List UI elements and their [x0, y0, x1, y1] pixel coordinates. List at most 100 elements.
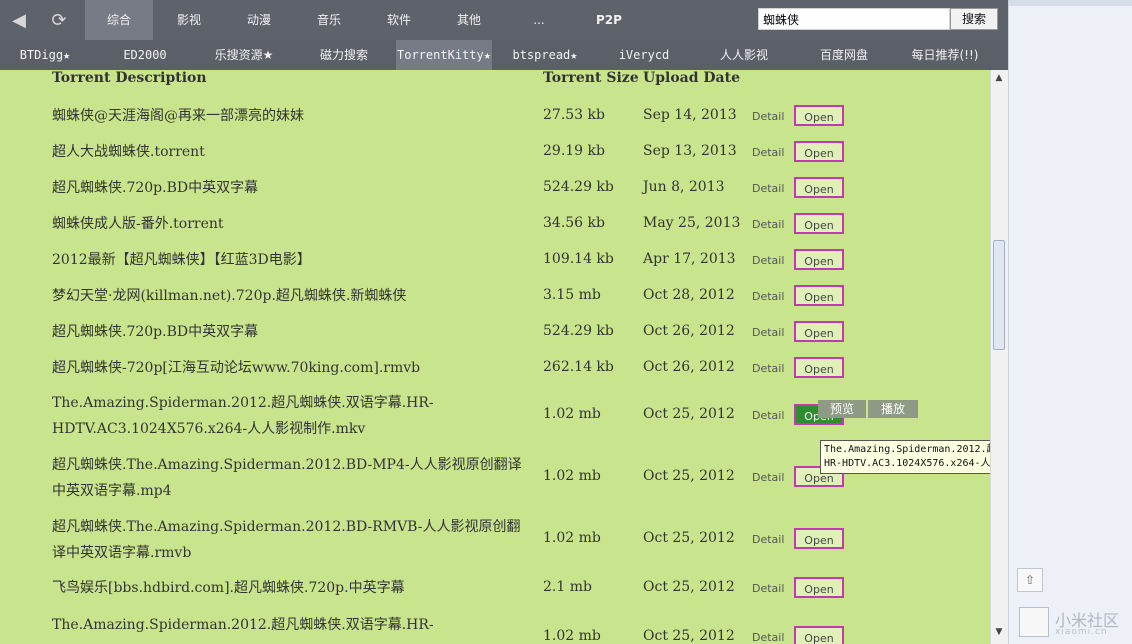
- torrent-size: 3.15 mb: [543, 287, 601, 303]
- search-input[interactable]: [758, 8, 950, 30]
- torrent-size: 1.02 mb: [543, 628, 601, 644]
- open-button[interactable]: Open: [794, 177, 844, 198]
- detail-link[interactable]: Detail: [752, 254, 784, 267]
- source-tab-renren[interactable]: 人人影视: [706, 40, 782, 70]
- open-button[interactable]: Open: [794, 141, 844, 162]
- upload-date: Oct 26, 2012: [643, 359, 735, 375]
- torrent-size: 1.02 mb: [543, 468, 601, 484]
- torrent-title[interactable]: 超凡蜘蛛侠.The.Amazing.Spiderman.2012.BD-MP4-…: [52, 452, 532, 504]
- vertical-scrollbar[interactable]: ▲ ▼: [990, 70, 1008, 644]
- category-tab-p2p[interactable]: P2P: [577, 0, 641, 40]
- upload-date: Oct 25, 2012: [643, 468, 735, 484]
- upload-date: Sep 14, 2013: [643, 107, 737, 123]
- open-button[interactable]: Open: [794, 105, 844, 126]
- open-button[interactable]: Open: [794, 357, 844, 378]
- torrent-title[interactable]: 2012最新【超凡蜘蛛侠】【红蓝3D电影】: [52, 247, 532, 273]
- source-tab-ed2000[interactable]: ED2000: [108, 40, 182, 70]
- source-tab-btdigg[interactable]: BTDigg★: [6, 40, 84, 70]
- torrent-size: 524.29 kb: [543, 179, 614, 195]
- open-button[interactable]: Open: [794, 577, 844, 598]
- torrent-title[interactable]: 超凡蜘蛛侠.720p.BD中英双字幕: [52, 319, 532, 345]
- top-nav-bar: ◀ ⟳ 综合 影视 动漫 音乐 软件 其他 ... P2P 搜索: [0, 0, 1008, 40]
- torrent-title[interactable]: 蜘蛛侠@天涯海阁@再来一部漂亮的妹妹: [52, 103, 532, 129]
- watermark: 小米社区 xiaomi.cn: [1015, 605, 1127, 641]
- torrent-size: 524.29 kb: [543, 323, 614, 339]
- torrent-title[interactable]: 超凡蜘蛛侠.The.Amazing.Spiderman.2012.BD-RMVB…: [52, 514, 532, 566]
- torrent-size: 2.1 mb: [543, 579, 592, 595]
- upload-date: May 25, 2013: [643, 215, 741, 231]
- open-button[interactable]: Open: [794, 285, 844, 306]
- open-button[interactable]: Open: [794, 626, 844, 644]
- torrent-title[interactable]: 超凡蜘蛛侠.720p.BD中英双字幕: [52, 175, 532, 201]
- open-button[interactable]: Open: [794, 213, 844, 234]
- header-date: Upload Date: [643, 70, 740, 86]
- source-tab-baidu[interactable]: 百度网盘: [806, 40, 882, 70]
- upload-date: Apr 17, 2013: [643, 251, 736, 267]
- detail-link[interactable]: Detail: [752, 290, 784, 303]
- upload-date: Sep 13, 2013: [643, 143, 737, 159]
- category-tab-other[interactable]: 其他: [437, 0, 501, 40]
- torrent-size: 27.53 kb: [543, 107, 605, 123]
- upload-date: Oct 25, 2012: [643, 579, 735, 595]
- detail-link[interactable]: Detail: [752, 182, 784, 195]
- torrent-title[interactable]: 飞鸟娱乐[bbs.hdbird.com].超凡蜘蛛侠.720p.中英字幕: [52, 575, 532, 601]
- upload-date: Jun 8, 2013: [643, 179, 725, 195]
- preview-button[interactable]: 预览: [818, 400, 866, 418]
- category-tab-music[interactable]: 音乐: [297, 0, 361, 40]
- detail-link[interactable]: Detail: [752, 409, 784, 422]
- torrent-title[interactable]: The.Amazing.Spiderman.2012.超凡蜘蛛侠.双语字幕.HR…: [52, 390, 532, 442]
- detail-link[interactable]: Detail: [752, 582, 784, 595]
- source-tab-daily[interactable]: 每日推荐(!!): [900, 40, 990, 70]
- open-button[interactable]: Open: [794, 321, 844, 342]
- scroll-top-icon[interactable]: ⇧: [1017, 568, 1043, 592]
- torrent-title[interactable]: The.Amazing.Spiderman.2012.超凡蜘蛛侠.双语字幕.HR…: [52, 612, 532, 638]
- detail-link[interactable]: Detail: [752, 218, 784, 231]
- results-panel: Torrent Description Torrent Size Upload …: [0, 70, 990, 644]
- upload-date: Oct 25, 2012: [643, 628, 735, 644]
- source-tab-btspread[interactable]: btspread★: [504, 40, 586, 70]
- scrollbar-thumb[interactable]: [993, 240, 1005, 350]
- upload-date: Oct 25, 2012: [643, 406, 735, 422]
- source-nav-bar: BTDigg★ ED2000 乐搜资源★ 磁力搜索 TorrentKitty★ …: [0, 40, 1008, 70]
- open-button[interactable]: Open: [794, 249, 844, 270]
- torrent-size: 1.02 mb: [543, 530, 601, 546]
- scroll-up-icon[interactable]: ▲: [993, 72, 1005, 84]
- torrent-title[interactable]: 蜘蛛侠成人版-番外.torrent: [52, 211, 532, 237]
- detail-link[interactable]: Detail: [752, 631, 784, 644]
- search-button[interactable]: 搜索: [950, 8, 998, 30]
- source-tab-lesou[interactable]: 乐搜资源★: [202, 40, 286, 70]
- detail-link[interactable]: Detail: [752, 362, 784, 375]
- detail-link[interactable]: Detail: [752, 533, 784, 546]
- torrent-size: 29.19 kb: [543, 143, 605, 159]
- category-tab-more[interactable]: ...: [507, 0, 571, 40]
- upload-date: Oct 28, 2012: [643, 287, 735, 303]
- back-arrow-icon[interactable]: ◀: [4, 6, 34, 34]
- open-button[interactable]: Open: [794, 528, 844, 549]
- header-description: Torrent Description: [52, 70, 207, 86]
- detail-link[interactable]: Detail: [752, 471, 784, 484]
- source-tab-iverycd[interactable]: iVerycd: [606, 40, 682, 70]
- category-tab-video[interactable]: 影视: [157, 0, 221, 40]
- detail-link[interactable]: Detail: [752, 146, 784, 159]
- torrent-size: 1.02 mb: [543, 406, 601, 422]
- source-tab-magnet[interactable]: 磁力搜索: [306, 40, 382, 70]
- category-tab-anime[interactable]: 动漫: [227, 0, 291, 40]
- refresh-icon[interactable]: ⟳: [44, 6, 74, 34]
- torrent-title[interactable]: 超凡蜘蛛侠-720p[江海互动论坛www.70king.com].rmvb: [52, 355, 532, 381]
- detail-link[interactable]: Detail: [752, 110, 784, 123]
- category-tab-all[interactable]: 综合: [85, 0, 153, 40]
- category-tab-software[interactable]: 软件: [367, 0, 431, 40]
- torrent-size: 262.14 kb: [543, 359, 614, 375]
- detail-link[interactable]: Detail: [752, 326, 784, 339]
- upload-date: Oct 25, 2012: [643, 530, 735, 546]
- upload-date: Oct 26, 2012: [643, 323, 735, 339]
- torrent-title[interactable]: 超人大战蜘蛛侠.torrent: [52, 139, 532, 165]
- watermark-subtext: xiaomi.cn: [1055, 627, 1108, 637]
- scroll-down-icon[interactable]: ▼: [993, 626, 1005, 638]
- source-tab-torrentkitty[interactable]: TorrentKitty★: [396, 40, 492, 70]
- torrent-title[interactable]: 梦幻天堂·龙网(killman.net).720p.超凡蜘蛛侠.新蜘蛛侠: [52, 283, 532, 309]
- panel-header-strip: [1009, 0, 1132, 6]
- play-button[interactable]: 播放: [868, 400, 918, 418]
- watermark-logo-icon: [1019, 607, 1049, 637]
- torrent-size: 109.14 kb: [543, 251, 614, 267]
